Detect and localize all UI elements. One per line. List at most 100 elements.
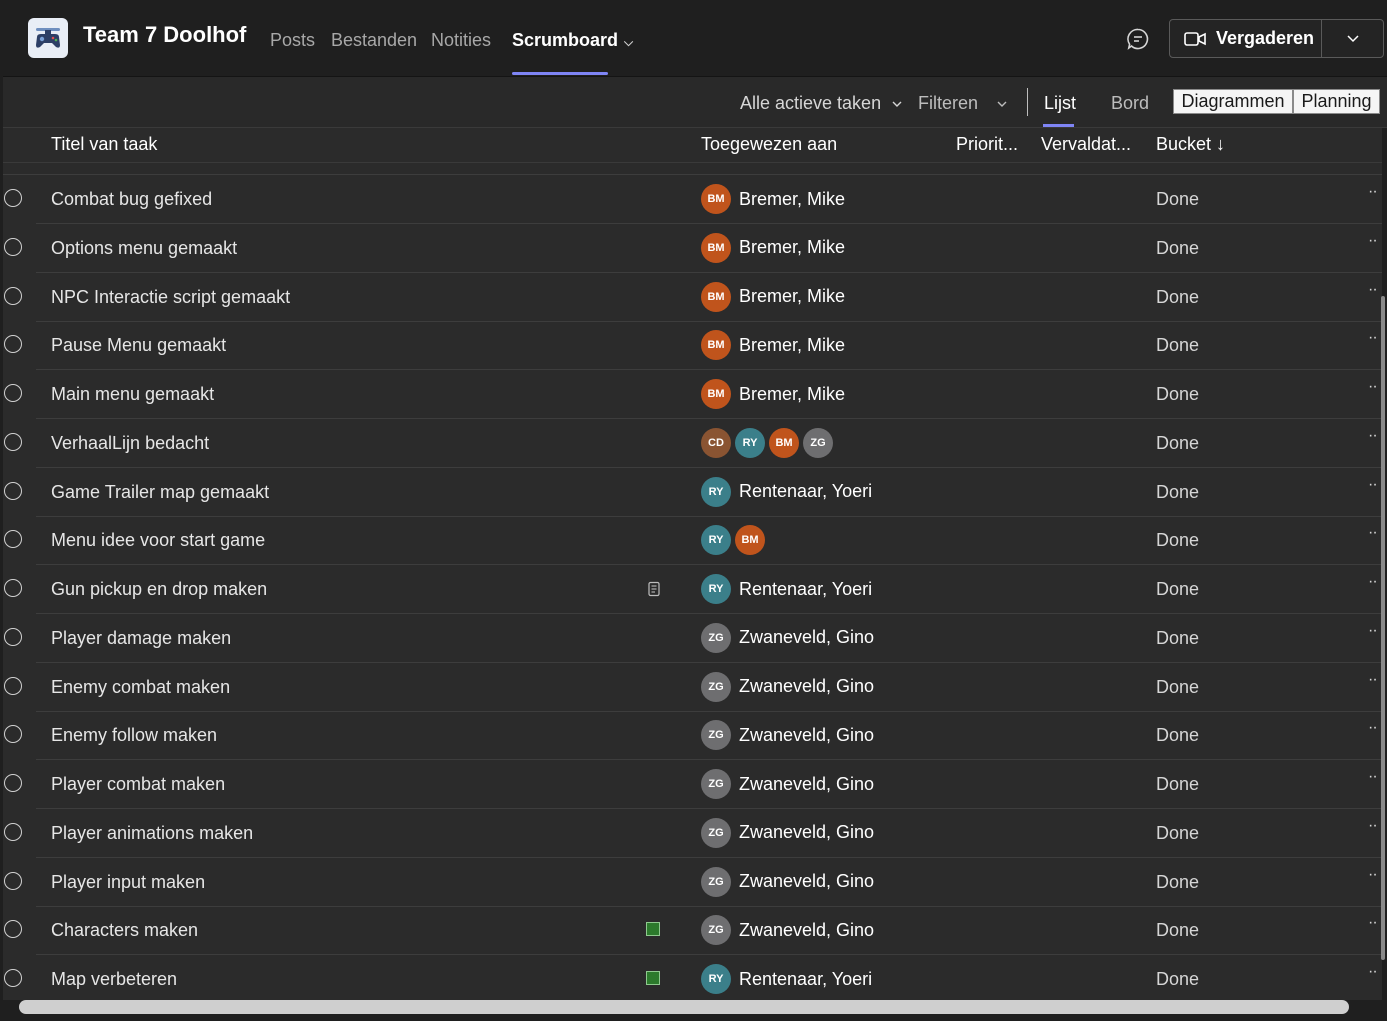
table-row[interactable]: NPC Interactie script gemaakt BM Bremer, M… bbox=[3, 273, 1382, 322]
chat-button[interactable] bbox=[1126, 27, 1150, 51]
task-title[interactable]: VerhaalLijn bedacht bbox=[51, 433, 209, 454]
more-options-icon[interactable]: ·· bbox=[1368, 378, 1378, 396]
column-header-due-date[interactable]: Vervaldat... bbox=[1041, 134, 1131, 155]
task-title[interactable]: NPC Interactie script gemaakt bbox=[51, 287, 290, 308]
column-header-assigned[interactable]: Toegewezen aan bbox=[701, 134, 837, 155]
assignees[interactable]: ZG Zwaneveld, Gino bbox=[701, 671, 874, 702]
complete-task-checkbox[interactable] bbox=[4, 725, 22, 744]
task-title[interactable]: Player damage maken bbox=[51, 628, 231, 649]
assignees[interactable]: BM Bremer, Mike bbox=[701, 281, 845, 312]
task-title[interactable]: Main menu gemaakt bbox=[51, 384, 214, 405]
tab-bestanden[interactable]: Bestanden bbox=[331, 30, 417, 51]
view-list-tab[interactable]: Lijst bbox=[1044, 93, 1076, 114]
complete-task-checkbox[interactable] bbox=[4, 627, 22, 646]
table-row[interactable]: Options menu gemaakt BM Bremer, Mike Done ·· bbox=[3, 224, 1382, 273]
complete-task-checkbox[interactable] bbox=[4, 774, 22, 792]
assignees[interactable]: BM Bremer, Mike bbox=[701, 232, 845, 263]
tab-notities[interactable]: Notities bbox=[431, 30, 491, 51]
task-title[interactable]: Combat bug gefixed bbox=[51, 189, 212, 210]
more-options-icon[interactable]: ·· bbox=[1368, 671, 1378, 689]
more-options-icon[interactable]: ·· bbox=[1368, 622, 1378, 640]
more-options-icon[interactable]: ·· bbox=[1368, 524, 1378, 542]
task-title[interactable]: Player input maken bbox=[51, 872, 205, 893]
table-row[interactable]: Menu idee voor start game RY BM Done ·· bbox=[3, 516, 1382, 566]
table-row[interactable]: Game Trailer map gemaakt RY Rentenaar, Yoe… bbox=[3, 468, 1382, 517]
tab-posts[interactable]: Posts bbox=[270, 30, 315, 51]
complete-task-checkbox[interactable] bbox=[4, 969, 22, 987]
task-title[interactable]: Game Trailer map gemaakt bbox=[51, 482, 269, 503]
complete-task-checkbox[interactable] bbox=[4, 871, 22, 890]
more-options-icon[interactable]: ·· bbox=[1368, 329, 1378, 347]
more-options-icon[interactable]: ·· bbox=[1368, 427, 1378, 445]
assignees[interactable]: ZG Zwaneveld, Gino bbox=[701, 769, 874, 799]
more-options-icon[interactable]: ·· bbox=[1368, 476, 1378, 494]
view-charts-button[interactable]: Diagrammen bbox=[1173, 89, 1293, 114]
assignees[interactable]: ZG Zwaneveld, Gino bbox=[701, 817, 874, 848]
meet-dropdown-button[interactable] bbox=[1322, 20, 1383, 57]
assignees[interactable]: RY BM bbox=[701, 525, 769, 556]
assignees[interactable]: ZG Zwaneveld, Gino bbox=[701, 866, 874, 897]
meet-button[interactable]: Vergaderen bbox=[1170, 20, 1322, 57]
task-title[interactable]: Map verbeteren bbox=[51, 969, 177, 990]
complete-task-checkbox[interactable] bbox=[4, 384, 22, 402]
task-title[interactable]: Characters maken bbox=[51, 920, 198, 941]
complete-task-checkbox[interactable] bbox=[4, 237, 22, 256]
task-title[interactable]: Options menu gemaakt bbox=[51, 238, 237, 259]
complete-task-checkbox[interactable] bbox=[4, 335, 22, 354]
more-options-icon[interactable]: ·· bbox=[1368, 817, 1378, 835]
table-row[interactable]: Pause Menu gemaakt BM Bremer, Mike Done ·· bbox=[3, 321, 1382, 371]
more-options-icon[interactable]: ·· bbox=[1368, 183, 1378, 201]
task-title[interactable]: Enemy follow maken bbox=[51, 725, 217, 746]
assignees[interactable]: ZG Zwaneveld, Gino bbox=[701, 720, 874, 751]
more-options-icon[interactable]: ·· bbox=[1368, 573, 1378, 591]
assignees[interactable]: ZG Zwaneveld, Gino bbox=[701, 915, 874, 946]
horizontal-scrollbar[interactable] bbox=[19, 1000, 1349, 1014]
table-row[interactable]: Characters maken ZG Zwaneveld, Gino Done ·· bbox=[3, 906, 1382, 956]
tab-scrumboard[interactable]: Scrumboard ⌵ bbox=[512, 30, 633, 51]
table-row[interactable]: Player combat maken ZG Zwaneveld, Gino Done… bbox=[3, 760, 1382, 809]
more-options-icon[interactable]: ·· bbox=[1368, 232, 1378, 250]
assignees[interactable]: ZG Zwaneveld, Gino bbox=[701, 622, 874, 653]
task-title[interactable]: Enemy combat maken bbox=[51, 677, 230, 698]
assignees[interactable]: RY Rentenaar, Yoeri bbox=[701, 574, 872, 604]
active-tasks-filter[interactable]: Alle actieve taken bbox=[740, 93, 902, 114]
vertical-scrollbar[interactable] bbox=[1381, 296, 1385, 960]
table-row[interactable]: Gun pickup en drop maken RY Rentenaar, Yoe… bbox=[3, 565, 1382, 614]
more-options-icon[interactable]: ·· bbox=[1368, 914, 1378, 932]
view-schedule-button[interactable]: Planning bbox=[1293, 89, 1380, 114]
table-row[interactable]: VerhaalLijn bedacht CD RY BM ZG Done ·· bbox=[3, 419, 1382, 468]
task-title[interactable]: Player animations maken bbox=[51, 823, 253, 844]
complete-task-checkbox[interactable] bbox=[4, 920, 22, 939]
more-options-icon[interactable]: ·· bbox=[1368, 866, 1378, 884]
team-avatar[interactable] bbox=[28, 18, 68, 58]
assignees[interactable]: CD RY BM ZG bbox=[701, 427, 837, 458]
table-row[interactable]: Player animations maken ZG Zwaneveld, Gino… bbox=[3, 809, 1382, 858]
column-header-priority[interactable]: Priorit... bbox=[956, 134, 1018, 155]
assignees[interactable]: RY Rentenaar, Yoeri bbox=[701, 476, 872, 507]
assignees[interactable]: BM Bremer, Mike bbox=[701, 379, 845, 409]
table-row[interactable]: Enemy follow maken ZG Zwaneveld, Gino Done ·… bbox=[3, 711, 1382, 761]
task-title[interactable]: Pause Menu gemaakt bbox=[51, 335, 226, 356]
task-title[interactable]: Menu idee voor start game bbox=[51, 530, 265, 551]
complete-task-checkbox[interactable] bbox=[4, 189, 22, 207]
more-options-icon[interactable]: ·· bbox=[1368, 281, 1378, 299]
complete-task-checkbox[interactable] bbox=[4, 481, 22, 500]
assignees[interactable]: RY Rentenaar, Yoeri bbox=[701, 964, 872, 994]
more-options-icon[interactable]: ·· bbox=[1368, 963, 1378, 981]
complete-task-checkbox[interactable] bbox=[4, 822, 22, 841]
task-title[interactable]: Gun pickup en drop maken bbox=[51, 579, 267, 600]
table-row[interactable]: Player damage maken ZG Zwaneveld, Gino Done… bbox=[3, 614, 1382, 663]
complete-task-checkbox[interactable] bbox=[4, 286, 22, 305]
table-row[interactable]: Enemy combat maken ZG Zwaneveld, Gino Done ·… bbox=[3, 663, 1382, 712]
column-header-bucket[interactable]: Bucket ↓ bbox=[1156, 134, 1225, 155]
complete-task-checkbox[interactable] bbox=[4, 530, 22, 549]
view-board-tab[interactable]: Bord bbox=[1111, 93, 1149, 114]
table-row[interactable]: Combat bug gefixed BM Bremer, Mike Done ·· bbox=[3, 175, 1382, 224]
task-title[interactable]: Player combat maken bbox=[51, 774, 225, 795]
filter-button[interactable]: Filteren bbox=[918, 93, 1007, 114]
more-options-icon[interactable]: ·· bbox=[1368, 768, 1378, 786]
complete-task-checkbox[interactable] bbox=[4, 432, 22, 451]
assignees[interactable]: BM Bremer, Mike bbox=[701, 184, 845, 214]
assignees[interactable]: BM Bremer, Mike bbox=[701, 330, 845, 361]
more-options-icon[interactable]: ·· bbox=[1368, 719, 1378, 737]
